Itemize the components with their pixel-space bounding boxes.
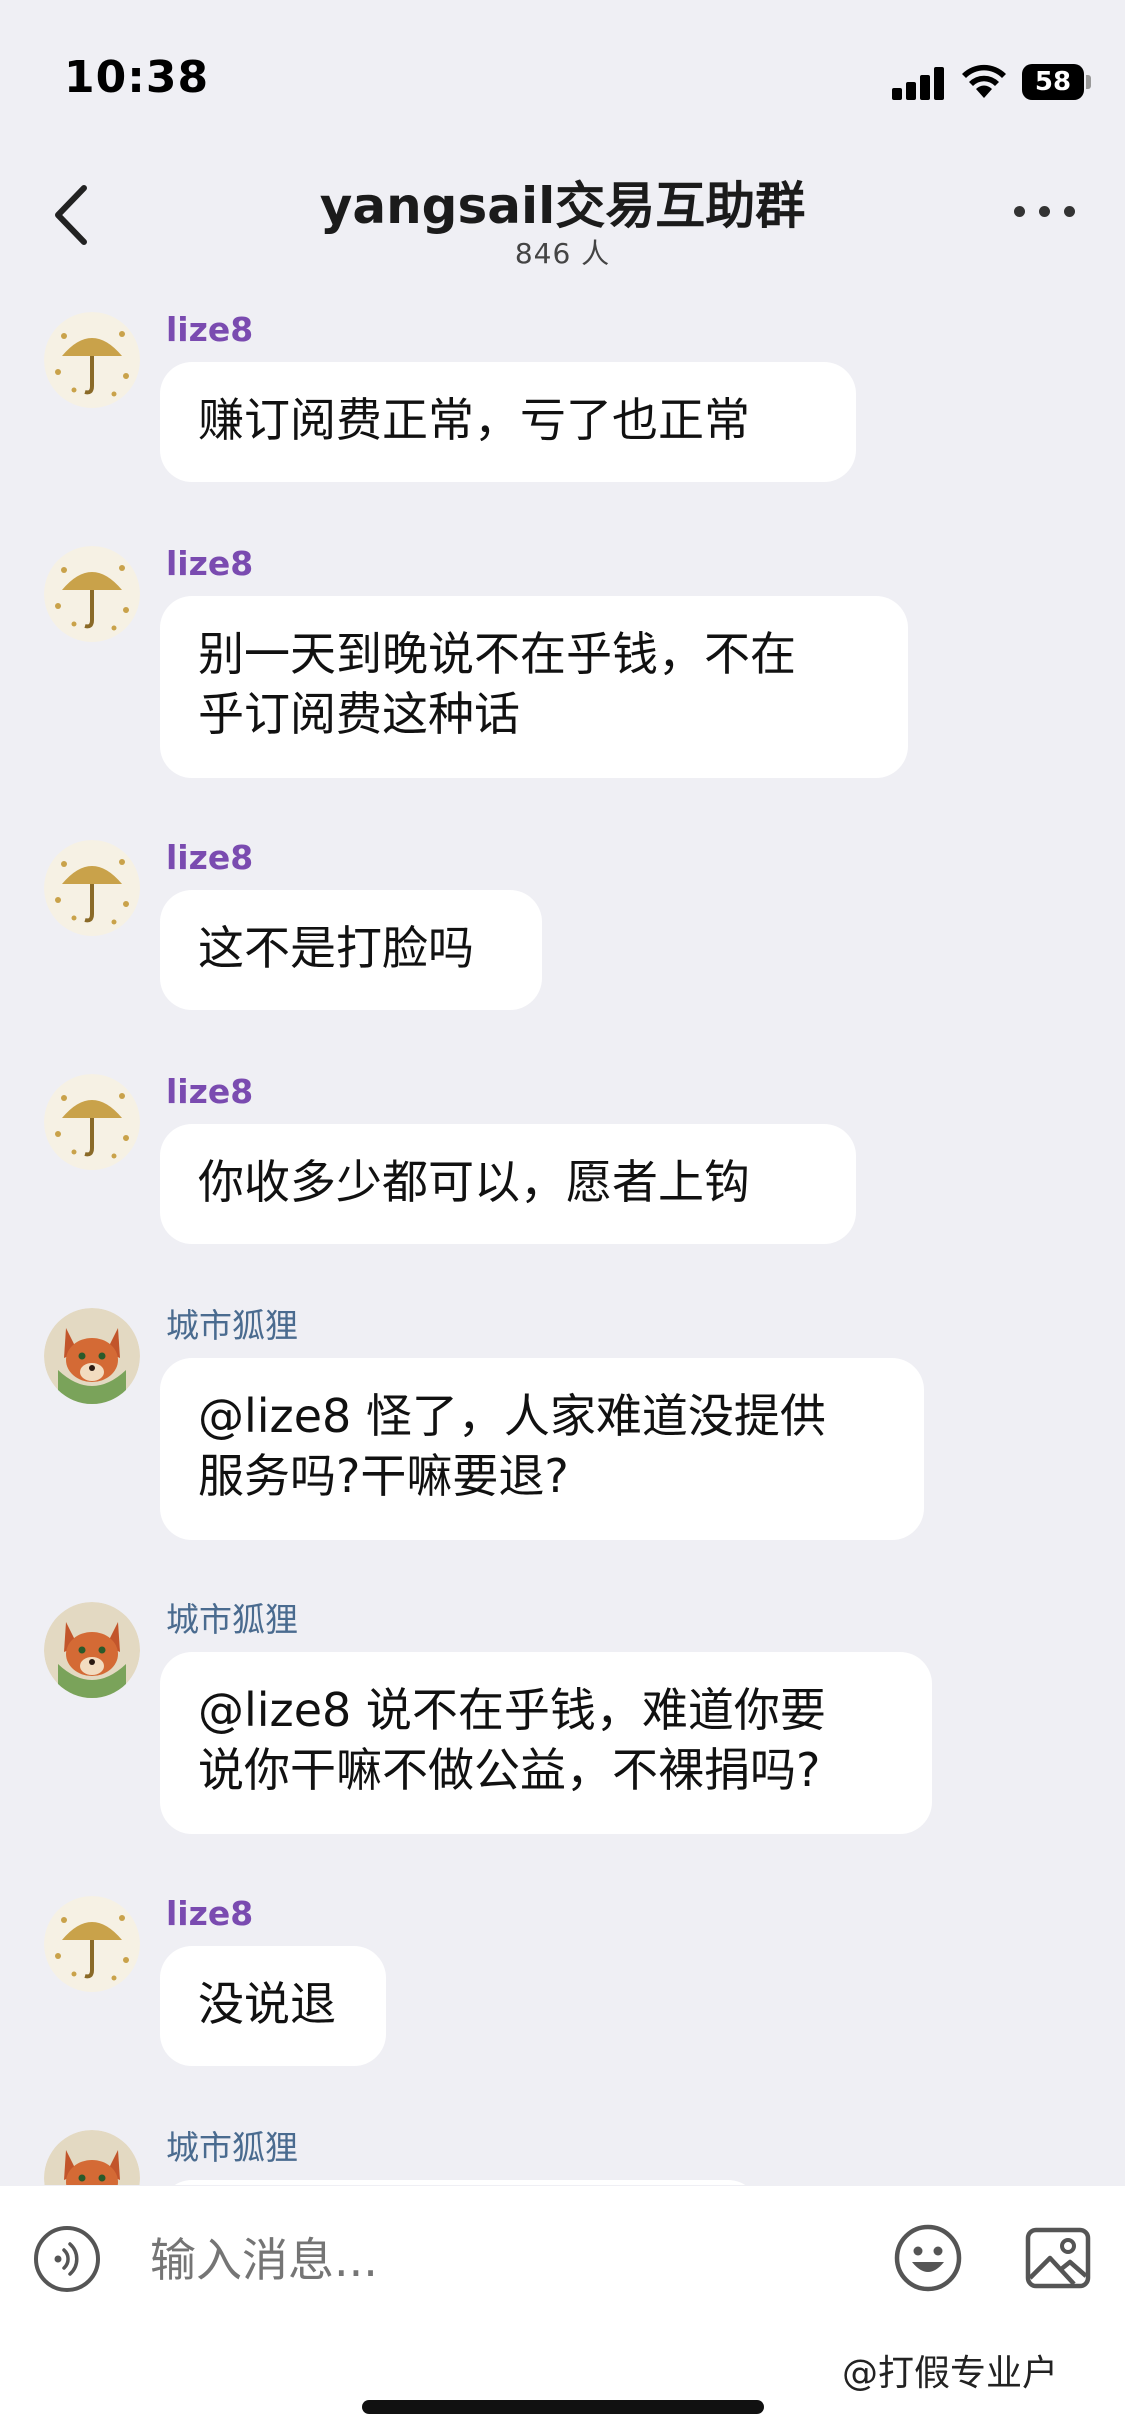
message-item: lize8 赚订阅费正常，亏了也正常 (0, 290, 1125, 490)
message-item: 城市狐狸 (0, 2108, 1125, 2185)
sender-name: 城市狐狸 (166, 1306, 298, 1345)
sender-name: lize8 (166, 544, 254, 583)
sender-name: lize8 (166, 838, 254, 877)
emoji-icon (894, 2224, 962, 2292)
cellular-signal-icon (892, 66, 948, 100)
message-item: 城市狐狸 @lize8 怪了，人家难道没提供 服务吗?干嘛要退? (0, 1286, 1125, 1546)
message-item: lize8 没说退 (0, 1874, 1125, 2074)
message-text: 乎订阅费这种话 (198, 687, 520, 741)
battery-nub (1086, 75, 1091, 89)
message-bubble[interactable]: 别一天到晚说不在乎钱，不在 乎订阅费这种话 (160, 596, 908, 778)
group-title: yangsail交易互助群 (319, 177, 806, 235)
message-item: lize8 别一天到晚说不在乎钱，不在 乎订阅费这种话 (0, 524, 1125, 784)
message-text: 没说退 (198, 1977, 336, 2031)
more-button[interactable] (1010, 196, 1080, 226)
message-bubble[interactable] (160, 2180, 760, 2185)
member-count: 846 人 (514, 237, 611, 270)
message-bubble[interactable]: @lize8 怪了，人家难道没提供 服务吗?干嘛要退? (160, 1358, 924, 1540)
image-button[interactable] (1022, 2222, 1094, 2294)
fox-avatar[interactable] (44, 2130, 140, 2185)
umbrella-avatar[interactable] (44, 1896, 140, 1992)
sender-name: 城市狐狸 (166, 2128, 298, 2167)
message-bubble[interactable]: 没说退 (160, 1946, 386, 2066)
umbrella-avatar[interactable] (44, 1074, 140, 1170)
message-input[interactable] (148, 2224, 852, 2296)
more-dot (1064, 206, 1075, 217)
message-text: 服务吗?干嘛要退? (198, 1449, 569, 1503)
message-text: 赚订阅费正常，亏了也正常 (198, 393, 750, 447)
voice-button[interactable] (34, 2226, 100, 2292)
voice-icon (54, 2242, 79, 2276)
umbrella-avatar[interactable] (44, 312, 140, 408)
more-dot (1039, 206, 1050, 217)
emoji-button[interactable] (892, 2222, 964, 2294)
message-bubble[interactable]: 你收多少都可以，愿者上钩 (160, 1124, 856, 1244)
image-icon (1025, 2227, 1091, 2289)
message-text: @lize8 说不在乎钱，难道你要 (198, 1683, 826, 1737)
status-time: 10:38 (64, 52, 210, 103)
more-horizontal-icon (1014, 206, 1025, 217)
chat-screen: 10:38 58 yangsail交易互助群 846 人 lize8 赚订阅费正… (0, 0, 1125, 2436)
home-indicator[interactable] (362, 2400, 764, 2414)
message-text: 别一天到晚说不在乎钱，不在 (198, 627, 796, 681)
sender-name: lize8 (166, 1072, 254, 1111)
message-bubble[interactable]: 这不是打脸吗 (160, 890, 542, 1010)
umbrella-avatar[interactable] (44, 840, 140, 936)
message-text: 你收多少都可以，愿者上钩 (198, 1155, 750, 1209)
message-text: @lize8 怪了，人家难道没提供 (198, 1389, 826, 1443)
message-item: 城市狐狸 @lize8 说不在乎钱，难道你要 说你干嘛不做公益，不裸捐吗? (0, 1580, 1125, 1840)
fox-avatar[interactable] (44, 1308, 140, 1404)
wifi-icon (962, 64, 1006, 98)
message-item: lize8 你收多少都可以，愿者上钩 (0, 1052, 1125, 1252)
watermark: @打假专业户 (842, 2353, 1059, 2394)
sender-name: lize8 (166, 1894, 254, 1933)
message-bubble[interactable]: @lize8 说不在乎钱，难道你要 说你干嘛不做公益，不裸捐吗? (160, 1652, 932, 1834)
message-text: 说你干嘛不做公益，不裸捐吗? (198, 1743, 821, 1797)
fox-avatar[interactable] (44, 1602, 140, 1698)
nav-bar: yangsail交易互助群 846 人 (0, 150, 1125, 280)
message-bubble[interactable]: 赚订阅费正常，亏了也正常 (160, 362, 856, 482)
input-bar: @打假专业户 (0, 2186, 1125, 2436)
message-item: lize8 这不是打脸吗 (0, 818, 1125, 1018)
message-text: 这不是打脸吗 (198, 921, 474, 975)
battery-icon: 58 (1022, 64, 1084, 100)
sender-name: 城市狐狸 (166, 1600, 298, 1639)
sender-name: lize8 (166, 310, 254, 349)
umbrella-avatar[interactable] (44, 546, 140, 642)
status-bar: 10:38 58 (0, 0, 1125, 150)
message-list[interactable]: lize8 赚订阅费正常，亏了也正常 lize8 别一天到晚说不在乎钱，不在 乎… (0, 290, 1125, 2185)
